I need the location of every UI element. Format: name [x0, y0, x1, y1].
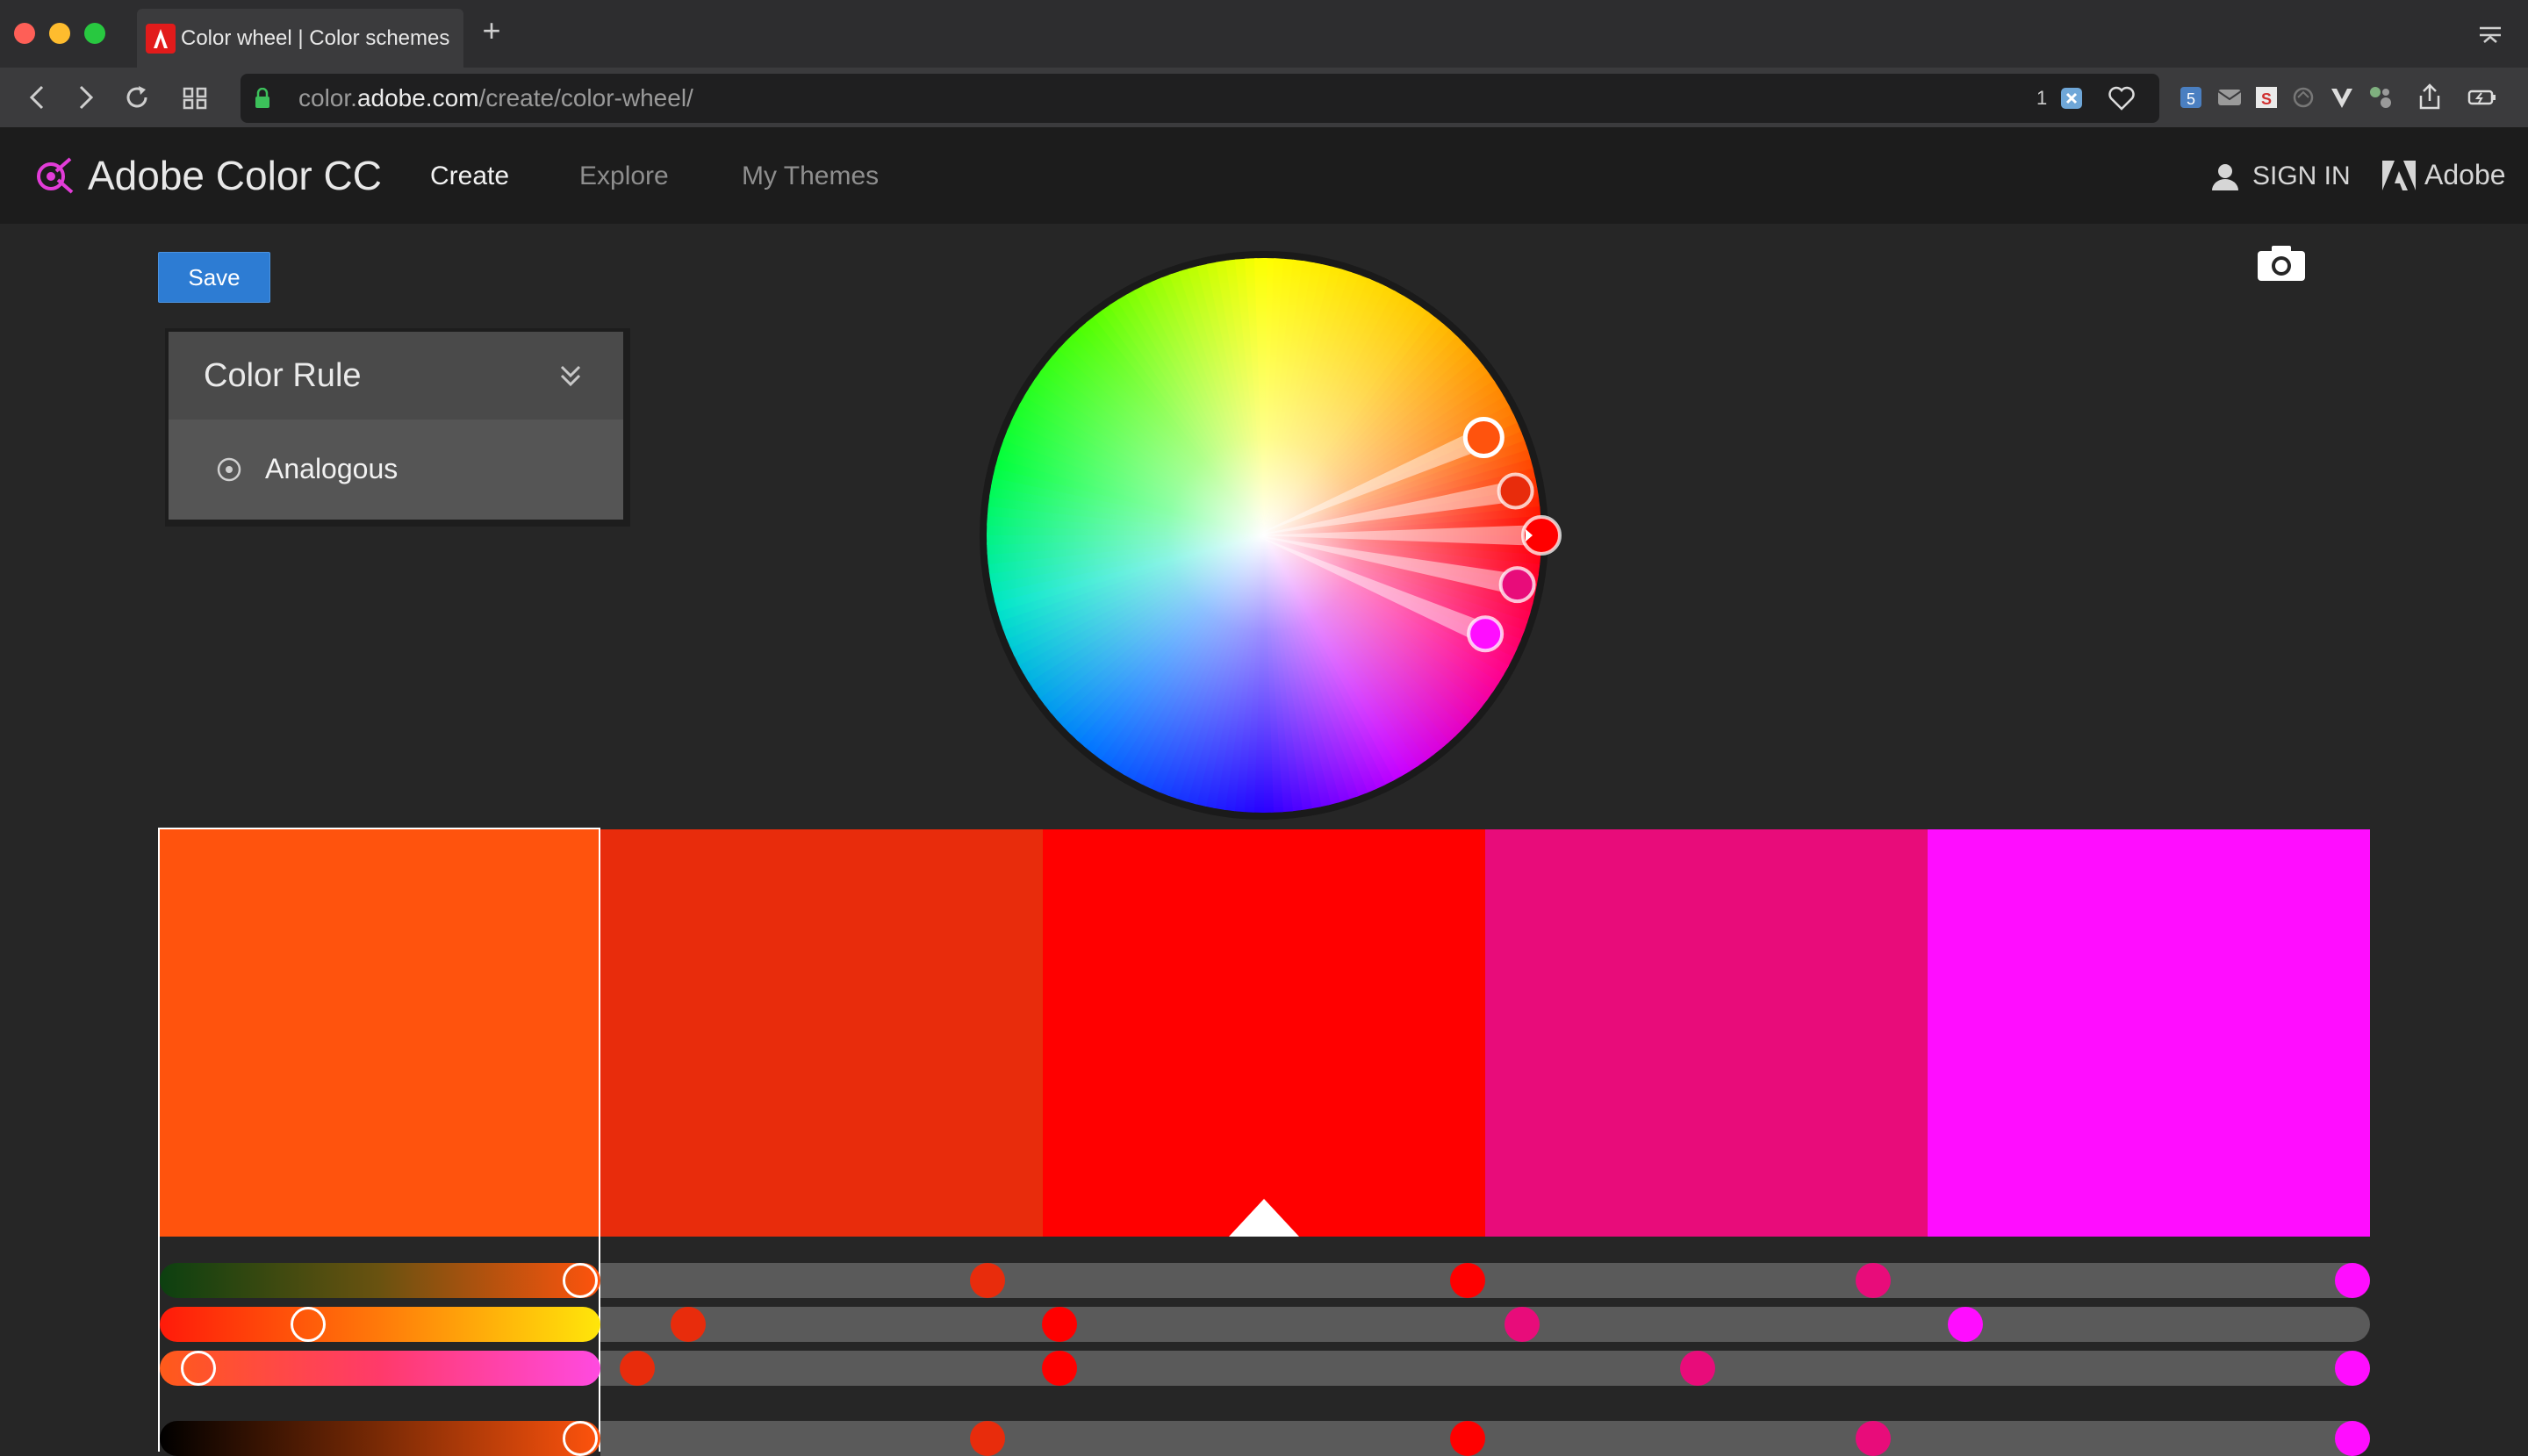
- hue-slider-track[interactable]: [160, 1263, 600, 1298]
- hue-knob-4[interactable]: [1856, 1263, 1891, 1298]
- hue-knob-2[interactable]: [970, 1263, 1005, 1298]
- save-button[interactable]: Save: [158, 252, 270, 303]
- blue-knob-3[interactable]: [1042, 1351, 1077, 1386]
- brightness-knob-4[interactable]: [1856, 1421, 1891, 1456]
- speed-dial-icon[interactable]: [179, 82, 211, 113]
- mail-extension-icon[interactable]: [2214, 82, 2245, 113]
- forward-icon[interactable]: [68, 82, 100, 113]
- reload-icon[interactable]: [121, 82, 153, 113]
- blue-slider-track[interactable]: [160, 1351, 600, 1386]
- blue-knob-5[interactable]: [2335, 1351, 2370, 1386]
- color-swatch-5[interactable]: [1928, 829, 2370, 1237]
- hue-row-track: [600, 1263, 2370, 1298]
- base-color-triangle-icon[interactable]: [1229, 1199, 1299, 1237]
- lock-icon: [255, 88, 269, 108]
- zoom-window-button[interactable]: [84, 23, 105, 44]
- color-handle-1[interactable]: [1462, 417, 1505, 459]
- password-manager-count: 1: [2036, 87, 2048, 109]
- blue-knob-4[interactable]: [1680, 1351, 1715, 1386]
- extension-5-icon[interactable]: 5: [2175, 82, 2207, 113]
- sync-extension-icon[interactable]: [2287, 82, 2319, 113]
- password-manager-icon[interactable]: [2059, 86, 2084, 111]
- radio-icon[interactable]: [216, 456, 242, 483]
- tab-list-icon[interactable]: [2477, 25, 2503, 46]
- rule-option-label: Analogous: [265, 453, 399, 484]
- brightness-knob-2[interactable]: [970, 1421, 1005, 1456]
- battery-icon[interactable]: [2467, 82, 2498, 113]
- saturation-knob-2[interactable]: [671, 1307, 706, 1342]
- hue-knob-5[interactable]: [2335, 1263, 2370, 1298]
- svg-text:S: S: [2261, 90, 2272, 108]
- share-icon[interactable]: [2414, 82, 2445, 113]
- blue-slider-knob[interactable]: [181, 1351, 216, 1386]
- rule-option-analogous[interactable]: Analogous: [169, 420, 623, 520]
- saturation-knob-3[interactable]: [1042, 1307, 1077, 1342]
- blue-knob-2[interactable]: [620, 1351, 655, 1386]
- color-handle-5[interactable]: [1467, 615, 1505, 653]
- bookmark-heart-icon[interactable]: [2107, 84, 2137, 112]
- close-window-button[interactable]: [14, 23, 35, 44]
- site-header: Adobe Color CC Create Explore My Themes …: [0, 127, 2528, 224]
- double-chevron-down-icon[interactable]: [555, 360, 586, 391]
- s-extension-icon[interactable]: S: [2251, 82, 2282, 113]
- color-rule-panel: Color Rule Analogous: [165, 328, 630, 527]
- adobe-favicon-icon: [146, 24, 176, 54]
- nav-create[interactable]: Create: [430, 161, 509, 192]
- browser-toolbar: color.adobe.com/create/color-wheel/ 1 5 …: [0, 68, 2528, 127]
- minimize-window-button[interactable]: [49, 23, 70, 44]
- person-icon[interactable]: [2210, 162, 2240, 190]
- url-text: color.adobe.com/create/color-wheel/: [298, 84, 693, 111]
- blue-row-track: [600, 1351, 2370, 1386]
- tab-title: Color wheel | Color schemes: [181, 26, 450, 50]
- sign-in-link[interactable]: SIGN IN: [2252, 161, 2351, 192]
- back-icon[interactable]: [23, 82, 54, 113]
- color-swatch-3[interactable]: [1043, 829, 1485, 1237]
- brightness-slider-knob[interactable]: [563, 1421, 598, 1456]
- browser-tab[interactable]: Color wheel | Color schemes: [137, 9, 463, 68]
- browser-tab-bar: Color wheel | Color schemes +: [0, 0, 2528, 68]
- svg-text:5: 5: [2187, 90, 2195, 108]
- nav-explore[interactable]: Explore: [579, 161, 669, 192]
- saturation-knob-4[interactable]: [1505, 1307, 1540, 1342]
- camera-icon[interactable]: [2256, 244, 2307, 283]
- saturation-slider-knob[interactable]: [291, 1307, 326, 1342]
- color-swatch-4[interactable]: [1485, 829, 1928, 1237]
- color-wheel[interactable]: [948, 246, 1580, 825]
- adobe-color-logo-icon[interactable]: [33, 155, 74, 196]
- brand-title[interactable]: Adobe Color CC: [88, 154, 382, 197]
- color-swatch-2[interactable]: [600, 829, 1043, 1237]
- brightness-row-track: [600, 1421, 2370, 1456]
- color-handle-2[interactable]: [1497, 472, 1534, 510]
- address-bar[interactable]: color.adobe.com/create/color-wheel/ 1: [241, 74, 2159, 123]
- adobe-link[interactable]: Adobe: [2424, 159, 2506, 190]
- brightness-slider-track[interactable]: [160, 1421, 600, 1456]
- color-handle-4[interactable]: [1498, 566, 1536, 604]
- v-extension-icon[interactable]: [2326, 82, 2358, 113]
- brightness-knob-3[interactable]: [1450, 1421, 1485, 1456]
- hue-knob-3[interactable]: [1450, 1263, 1485, 1298]
- color-rule-header[interactable]: Color Rule: [169, 332, 623, 420]
- brightness-knob-5[interactable]: [2335, 1421, 2370, 1456]
- saturation-slider-track[interactable]: [160, 1307, 600, 1342]
- saturation-row-track: [600, 1307, 2370, 1342]
- saturation-knob-5[interactable]: [1948, 1307, 1983, 1342]
- color-rule-title: Color Rule: [204, 357, 362, 394]
- new-tab-button[interactable]: +: [477, 15, 506, 47]
- nav-my-themes[interactable]: My Themes: [742, 161, 879, 192]
- color-swatch-1[interactable]: [158, 829, 600, 1237]
- puzzle-extension-icon[interactable]: [2365, 82, 2396, 113]
- adobe-logo-icon[interactable]: [2382, 161, 2416, 190]
- hue-slider-knob[interactable]: [563, 1263, 598, 1298]
